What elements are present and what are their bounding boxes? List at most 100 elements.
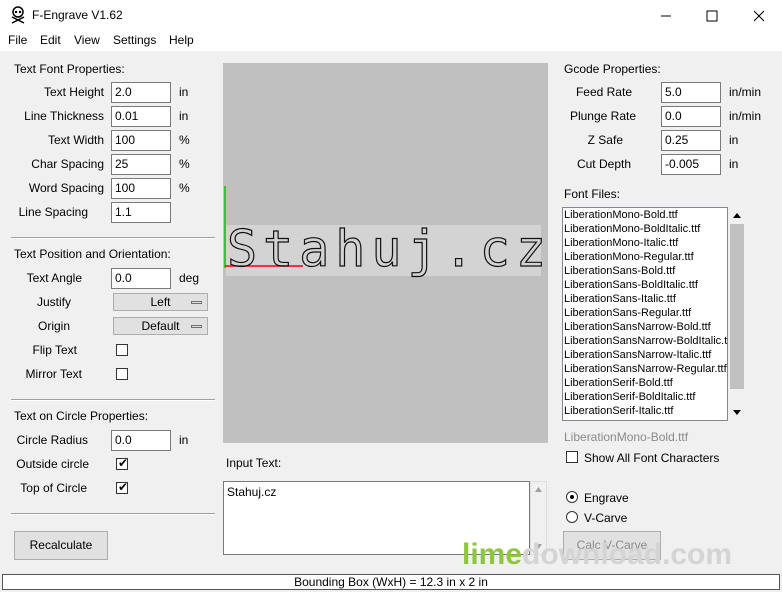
engrave-radio[interactable] bbox=[566, 491, 578, 503]
top-of-circle-label: Top of Circle bbox=[20, 481, 87, 495]
font-list-scrollbar[interactable] bbox=[729, 207, 746, 421]
font-list-item[interactable]: LiberationSansNarrow-Bold.ttf bbox=[563, 320, 727, 334]
top-of-circle-checkbox[interactable]: ✔ bbox=[116, 480, 129, 494]
font-list-item[interactable]: LiberationMono-Bold.ttf bbox=[563, 208, 727, 222]
close-button[interactable] bbox=[736, 0, 782, 31]
line-spacing-input[interactable]: 1.1 bbox=[111, 202, 171, 223]
maximize-button[interactable] bbox=[689, 0, 735, 31]
watermark-download: download.com bbox=[522, 538, 733, 571]
status-bar: Bounding Box (WxH) = 12.3 in x 2 in bbox=[2, 574, 780, 590]
scroll-up-icon[interactable] bbox=[733, 213, 741, 218]
vcarve-radio[interactable] bbox=[566, 511, 578, 523]
mirror-text-label: Mirror Text bbox=[25, 367, 82, 381]
text-height-label: Text Height bbox=[43, 85, 104, 99]
justify-dropdown[interactable]: Left bbox=[113, 293, 208, 311]
menu-file[interactable]: File bbox=[8, 33, 27, 47]
recalculate-button[interactable]: Recalculate bbox=[14, 531, 108, 560]
font-list-item[interactable]: LiberationMono-BoldItalic.ttf bbox=[563, 222, 727, 236]
plunge-rate-input[interactable]: 0.0 bbox=[661, 106, 721, 127]
minimize-icon bbox=[661, 15, 671, 16]
minimize-button[interactable] bbox=[643, 0, 689, 31]
circle-radius-unit: in bbox=[179, 433, 189, 447]
cut-depth-unit: in bbox=[729, 157, 739, 171]
text-angle-unit: deg bbox=[179, 271, 200, 285]
show-all-font-checkbox[interactable] bbox=[566, 451, 578, 463]
font-list-item[interactable]: LiberationSans-BoldItalic.ttf bbox=[563, 278, 727, 292]
text-width-label: Text Width bbox=[47, 133, 104, 147]
selected-font-label: LiberationMono-Bold.ttf bbox=[564, 430, 689, 444]
text-angle-label: Text Angle bbox=[26, 271, 82, 285]
preview-canvas[interactable]: Stahuj.cz bbox=[223, 63, 548, 443]
text-height-unit: in bbox=[179, 85, 189, 99]
z-safe-unit: in bbox=[729, 133, 739, 147]
text-angle-input[interactable]: 0.0 bbox=[111, 268, 171, 289]
maximize-icon bbox=[706, 10, 718, 21]
plunge-rate-label: Plunge Rate bbox=[569, 109, 636, 123]
gcode-heading: Gcode Properties: bbox=[564, 62, 661, 76]
checkmark-icon: ✔ bbox=[118, 480, 129, 494]
outside-circle-checkbox[interactable]: ✔ bbox=[116, 456, 128, 470]
text-font-heading: Text Font Properties: bbox=[14, 62, 125, 76]
scrollbar-track bbox=[730, 213, 744, 415]
line-thickness-input[interactable]: 0.01 bbox=[111, 106, 171, 127]
dropdown-indicator-icon bbox=[191, 301, 202, 304]
menu-edit[interactable]: Edit bbox=[40, 33, 61, 47]
font-list-item[interactable]: LiberationSans-Regular.ttf bbox=[563, 306, 727, 320]
show-all-font-label: Show All Font Characters bbox=[584, 451, 720, 465]
feed-rate-input[interactable]: 5.0 bbox=[661, 82, 721, 103]
circle-radius-label: Circle Radius bbox=[16, 433, 88, 447]
scroll-thumb[interactable] bbox=[730, 224, 744, 389]
title-bar: F-Engrave V1.62 bbox=[0, 0, 782, 31]
font-list-item[interactable]: LiberationMono-Regular.ttf bbox=[563, 250, 727, 264]
z-safe-label: Z Safe bbox=[587, 133, 623, 147]
line-thickness-label: Line Thickness bbox=[24, 109, 104, 123]
font-list-item[interactable]: LiberationSerif-Italic.ttf bbox=[563, 404, 727, 418]
word-spacing-label: Word Spacing bbox=[28, 181, 104, 195]
watermark-lime: lime bbox=[462, 538, 523, 571]
radio-selected-dot bbox=[570, 495, 574, 499]
font-files-list[interactable]: LiberationMono-Bold.ttf LiberationMono-B… bbox=[562, 207, 728, 421]
circle-radius-input[interactable]: 0.0 bbox=[111, 430, 171, 451]
feed-rate-unit: in/min bbox=[729, 85, 762, 99]
menu-settings[interactable]: Settings bbox=[113, 33, 156, 47]
cut-depth-label: Cut Depth bbox=[576, 157, 631, 171]
engrave-label: Engrave bbox=[584, 491, 629, 505]
font-list-item[interactable]: LiberationSans-Italic.ttf bbox=[563, 292, 727, 306]
text-height-input[interactable]: 2.0 bbox=[111, 82, 171, 103]
z-safe-input[interactable]: 0.25 bbox=[661, 130, 721, 151]
menu-help[interactable]: Help bbox=[169, 33, 194, 47]
font-list-item[interactable]: LiberationSansNarrow-Regular.ttf bbox=[563, 362, 727, 376]
justify-label: Justify bbox=[36, 295, 71, 309]
text-position-heading: Text Position and Orientation: bbox=[14, 247, 171, 261]
mirror-text-checkbox[interactable] bbox=[116, 368, 128, 380]
input-text-label: Input Text: bbox=[226, 456, 282, 470]
font-list-item[interactable]: LiberationSerif-Bold.ttf bbox=[563, 376, 727, 390]
font-list-item[interactable]: LiberationSansNarrow-BoldItalic.ttf bbox=[563, 334, 727, 348]
line-thickness-unit: in bbox=[179, 109, 189, 123]
circle-heading: Text on Circle Properties: bbox=[14, 409, 149, 423]
separator bbox=[11, 237, 215, 239]
font-list-item[interactable]: LiberationSans-Bold.ttf bbox=[563, 264, 727, 278]
feed-rate-label: Feed Rate bbox=[575, 85, 632, 99]
menu-view[interactable]: View bbox=[74, 33, 100, 47]
flip-text-label: Flip Text bbox=[32, 343, 77, 357]
font-list-item[interactable]: LiberationSansNarrow-Italic.ttf bbox=[563, 348, 727, 362]
cut-depth-input[interactable]: -0.005 bbox=[661, 154, 721, 175]
font-list-item[interactable]: LiberationMono-Italic.ttf bbox=[563, 236, 727, 250]
font-list-item[interactable]: LiberationSerif-BoldItalic.ttf bbox=[563, 390, 727, 404]
justify-value: Left bbox=[150, 295, 171, 309]
preview-text: Stahuj.cz bbox=[227, 220, 548, 278]
char-spacing-label: Char Spacing bbox=[31, 157, 104, 171]
outside-circle-label: Outside circle bbox=[16, 457, 89, 471]
char-spacing-unit: % bbox=[179, 157, 190, 171]
char-spacing-input[interactable]: 25 bbox=[111, 154, 171, 175]
separator bbox=[11, 513, 215, 515]
word-spacing-input[interactable]: 100 bbox=[111, 178, 171, 199]
text-width-input[interactable]: 100 bbox=[111, 130, 171, 151]
origin-value: Default bbox=[141, 319, 180, 333]
vcarve-label: V-Carve bbox=[584, 511, 628, 525]
font-files-heading: Font Files: bbox=[564, 187, 621, 201]
origin-dropdown[interactable]: Default bbox=[113, 317, 208, 335]
flip-text-checkbox[interactable] bbox=[116, 344, 128, 356]
scroll-down-icon[interactable] bbox=[733, 410, 741, 415]
